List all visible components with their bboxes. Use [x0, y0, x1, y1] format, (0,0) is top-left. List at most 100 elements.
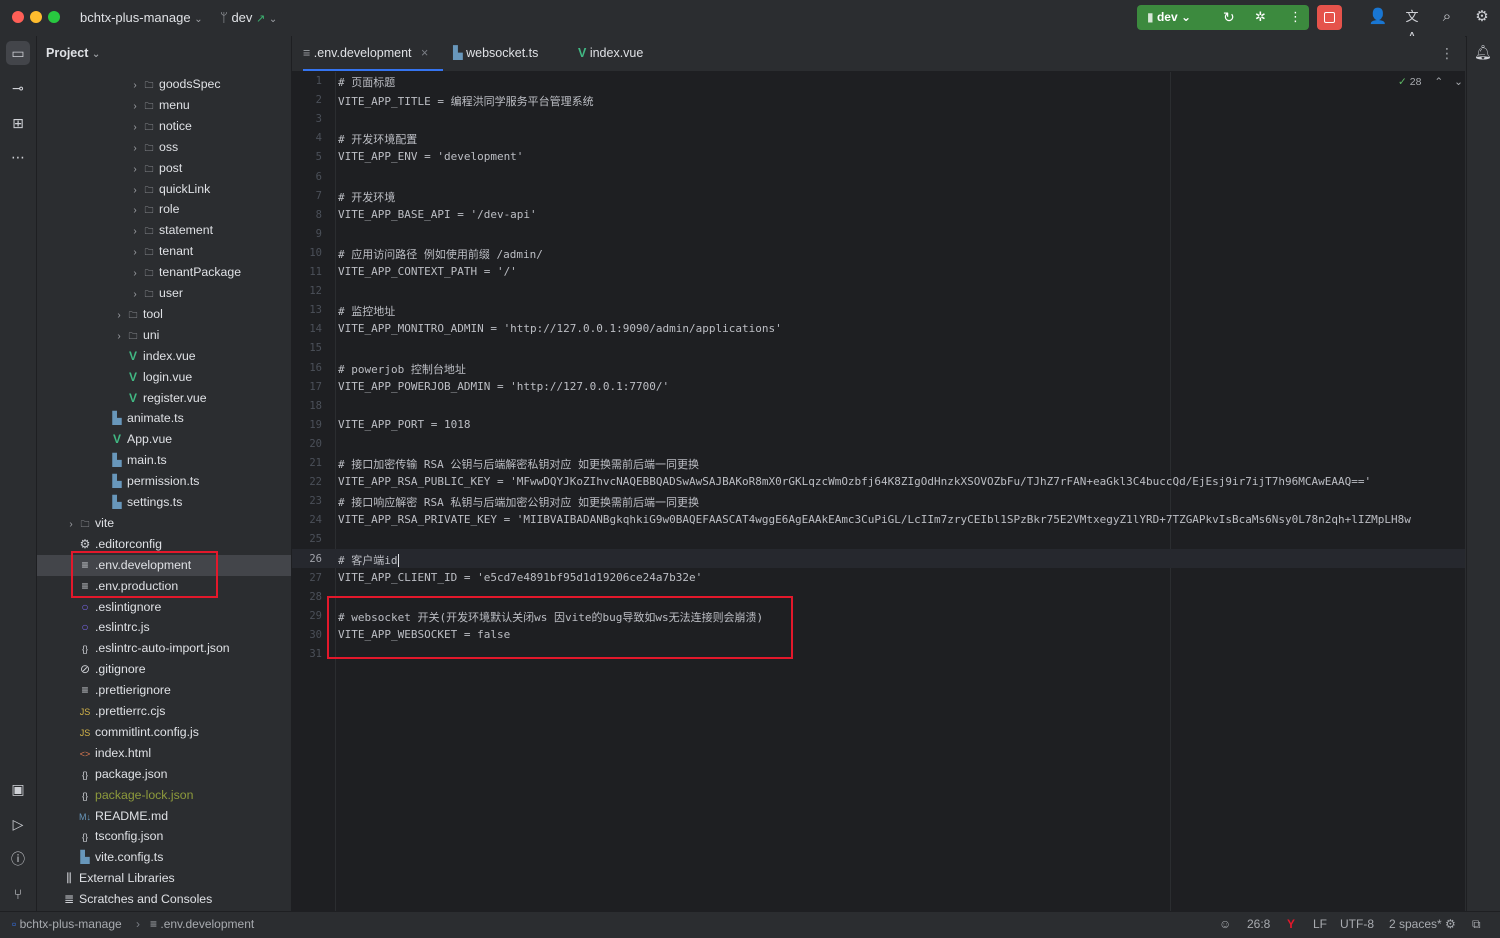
chevron-right-icon[interactable]: ›	[129, 180, 141, 201]
search-icon[interactable]: ⌕	[1437, 7, 1457, 27]
branch-switcher[interactable]: ᛘ dev ↗ ⌄	[220, 10, 277, 25]
tab-websocket-ts[interactable]: ▙ websocket.ts	[453, 36, 538, 71]
chevron-right-icon[interactable]: ›	[129, 138, 141, 159]
tree-item[interactable]: ○.eslintrc.js	[37, 617, 291, 638]
chevron-right-icon[interactable]: ›	[129, 200, 141, 221]
zoom-window-button[interactable]	[48, 11, 60, 23]
tree-item[interactable]: VApp.vue	[37, 429, 291, 450]
cursor-position[interactable]: 26:8	[1247, 917, 1270, 931]
tree-item[interactable]: ▙animate.ts	[37, 408, 291, 429]
rerun-icon[interactable]: ↻	[1223, 9, 1235, 26]
chevron-right-icon[interactable]: ›	[113, 305, 125, 326]
code-line: # 监控地址	[338, 303, 395, 319]
tree-item[interactable]: {}package.json	[37, 764, 291, 785]
tree-item[interactable]: ›🗀vite	[37, 513, 291, 534]
tree-item[interactable]: {}package-lock.json	[37, 785, 291, 806]
tree-item[interactable]: JScommitlint.config.js	[37, 722, 291, 743]
chevron-down-icon: ⌄	[269, 14, 277, 25]
project-panel-header[interactable]: Project ⌄	[46, 46, 100, 60]
commit-icon[interactable]: ⊸	[6, 76, 30, 100]
tree-item[interactable]: ›🗀quickLink	[37, 179, 291, 200]
git-branch-icon: ᛘ	[220, 10, 228, 25]
inspection-widget[interactable]: ✓ 28 ⌃ ⌄	[1398, 76, 1463, 88]
chevron-right-icon[interactable]: ›	[129, 75, 141, 96]
tab-env-development[interactable]: ≡ .env.development ×	[303, 36, 443, 71]
chevron-right-icon[interactable]: ›	[129, 96, 141, 117]
run-config-select[interactable]: ▮ dev ⌄	[1147, 10, 1191, 24]
chevron-right-icon[interactable]: ›	[113, 326, 125, 347]
tree-item[interactable]: JS.prettierrc.cjs	[37, 701, 291, 722]
settings-gear-icon[interactable]: ⚙	[1472, 7, 1492, 27]
tree-item[interactable]: ›🗀uni	[37, 325, 291, 346]
chevron-right-icon[interactable]: ›	[129, 242, 141, 263]
code-editor[interactable]: 1# 页面标题2VITE_APP_TITLE = 编程洪同学服务平台管理系统34…	[292, 72, 1465, 911]
next-highlight-icon[interactable]: ⌄	[1454, 76, 1463, 88]
account-icon[interactable]: 👤	[1368, 7, 1388, 27]
tree-item[interactable]: ›🗀tenantPackage	[37, 262, 291, 283]
tree-item-label: Scratches and Consoles	[79, 892, 212, 906]
tree-item[interactable]: ⊘.gitignore	[37, 659, 291, 680]
chevron-right-icon[interactable]: ›	[129, 284, 141, 305]
tree-item[interactable]: ›🗀tenant	[37, 241, 291, 262]
close-window-button[interactable]	[12, 11, 24, 23]
problems-icon[interactable]: ⓘ	[6, 847, 30, 871]
tab-options-icon[interactable]: ⋮	[1440, 45, 1454, 62]
debug-icon[interactable]: ✲	[1255, 9, 1266, 25]
close-tab-icon[interactable]: ×	[421, 46, 428, 60]
tree-item[interactable]: ›🗀goodsSpec	[37, 74, 291, 95]
more-options-icon[interactable]: ⋮	[1289, 9, 1302, 25]
eslint-file-icon: ○	[77, 617, 93, 638]
tree-item[interactable]: Vindex.vue	[37, 346, 291, 367]
tree-item[interactable]: ›🗀tool	[37, 304, 291, 325]
chevron-right-icon[interactable]: ›	[65, 514, 77, 535]
tree-item[interactable]: ›🗀user	[37, 283, 291, 304]
chevron-right-icon[interactable]: ›	[129, 117, 141, 138]
chevron-right-icon[interactable]: ›	[129, 221, 141, 242]
ai-assistant-icon[interactable]: ☺	[1219, 917, 1231, 931]
tree-item[interactable]: Vlogin.vue	[37, 367, 291, 388]
tree-item[interactable]: ▙vite.config.ts	[37, 847, 291, 868]
readonly-toggle-icon[interactable]: ⧉	[1472, 917, 1481, 932]
tree-item[interactable]: ▙settings.ts	[37, 492, 291, 513]
line-number: 9	[292, 228, 322, 240]
tree-item[interactable]: ▙main.ts	[37, 450, 291, 471]
tree-item[interactable]: ▙permission.ts	[37, 471, 291, 492]
tree-item[interactable]: <>index.html	[37, 743, 291, 764]
tree-item[interactable]: ≣Scratches and Consoles	[37, 889, 291, 910]
tree-item[interactable]: ›🗀post	[37, 158, 291, 179]
tree-item[interactable]: {}tsconfig.json	[37, 826, 291, 847]
chevron-right-icon[interactable]: ›	[129, 263, 141, 284]
line-separator[interactable]: LF	[1313, 917, 1327, 931]
tree-item[interactable]: ›🗀menu	[37, 95, 291, 116]
more-tools-icon[interactable]: ⋯	[6, 145, 30, 169]
tree-item[interactable]: ⫼External Libraries	[37, 868, 291, 889]
terminal-icon[interactable]: ▣	[6, 777, 30, 801]
file-encoding[interactable]: UTF-8	[1340, 917, 1374, 931]
stop-button[interactable]	[1317, 5, 1342, 30]
status-breadcrumb-project[interactable]: ▫ bchtx-plus-manage	[12, 917, 122, 931]
tree-item[interactable]: Vregister.vue	[37, 388, 291, 409]
tree-item[interactable]: ›🗀role	[37, 199, 291, 220]
tree-item[interactable]: ›🗀statement	[37, 220, 291, 241]
tree-item[interactable]: ○.eslintignore	[37, 597, 291, 618]
notifications-bell-icon[interactable]: 🔔︎	[1474, 44, 1492, 61]
translate-icon[interactable]: 文A	[1402, 7, 1422, 27]
project-switcher[interactable]: bchtx-plus-manage ⌄	[80, 10, 203, 25]
chevron-right-icon[interactable]: ›	[129, 159, 141, 180]
indent-setting[interactable]: 2 spaces* ⚙	[1389, 917, 1456, 931]
minimize-window-button[interactable]	[30, 11, 42, 23]
run-icon[interactable]: ▷	[6, 812, 30, 836]
tree-item[interactable]: M↓README.md	[37, 806, 291, 827]
plugin-status-icon[interactable]: Y	[1287, 917, 1295, 931]
tab-index-vue[interactable]: V index.vue	[578, 36, 643, 71]
tree-item[interactable]: ›🗀oss	[37, 137, 291, 158]
project-folder-icon[interactable]: ▭	[6, 41, 30, 65]
structure-icon[interactable]: ⊞	[6, 111, 30, 135]
prev-highlight-icon[interactable]: ⌃	[1434, 76, 1443, 88]
tree-item[interactable]: {}.eslintrc-auto-import.json	[37, 638, 291, 659]
git-icon[interactable]: ⑂	[6, 882, 30, 906]
status-breadcrumb-file[interactable]: ≡ .env.development	[150, 917, 254, 931]
code-line: VITE_APP_CLIENT_ID = 'e5cd7e4891bf95d1d1…	[338, 571, 702, 584]
tree-item[interactable]: ≡.prettierignore	[37, 680, 291, 701]
tree-item[interactable]: ›🗀notice	[37, 116, 291, 137]
